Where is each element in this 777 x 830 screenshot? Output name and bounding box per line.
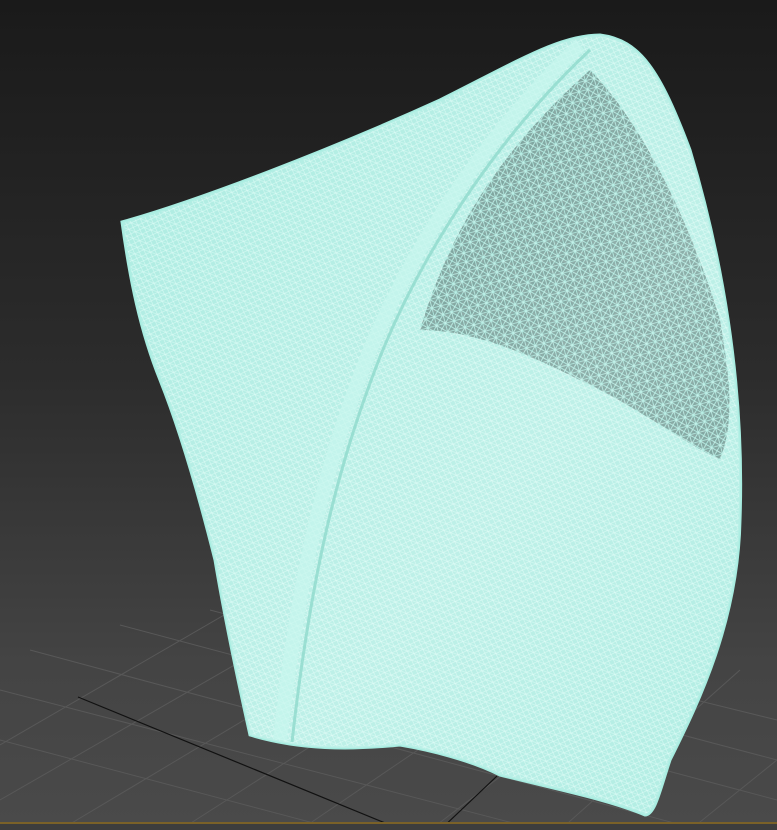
viewport-scene[interactable] bbox=[0, 0, 777, 830]
3d-viewport[interactable] bbox=[0, 0, 777, 830]
viewport-bottom-strip bbox=[0, 824, 777, 830]
mesh-object[interactable] bbox=[120, 33, 743, 817]
